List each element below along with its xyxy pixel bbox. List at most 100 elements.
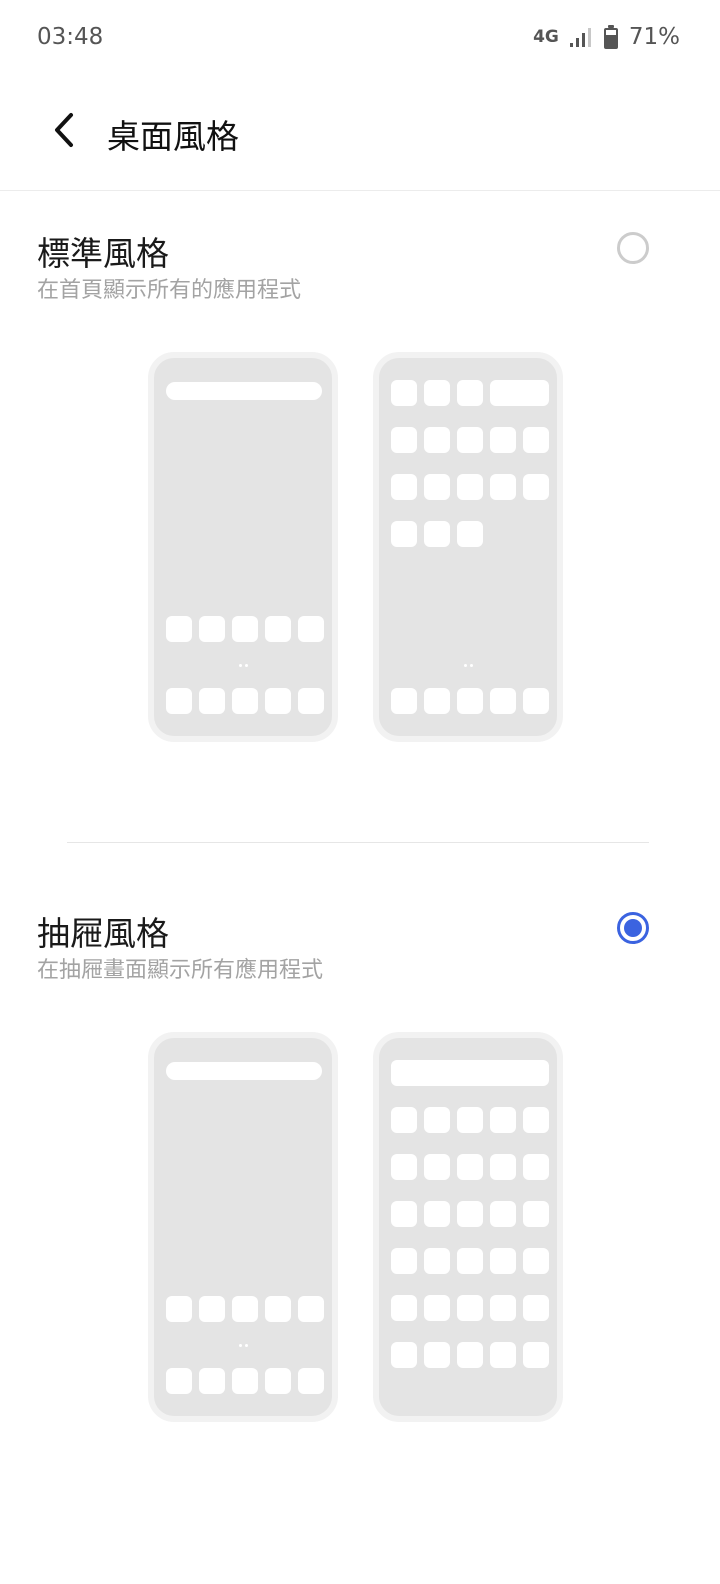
page-title: 桌面風格: [107, 117, 239, 156]
app-icon-placeholder: [457, 521, 483, 547]
dock-icon-placeholder: [265, 1368, 291, 1394]
app-icon-placeholder: [391, 521, 417, 547]
app-icon-placeholder: [523, 1201, 549, 1227]
preview-drawer-home: [148, 1032, 338, 1422]
page-indicator-dot: [464, 664, 467, 667]
app-icon-placeholder: [232, 616, 258, 642]
dock-icon-placeholder: [232, 1368, 258, 1394]
option-subtitle: 在首頁顯示所有的應用程式: [37, 278, 302, 303]
app-icon-placeholder: [457, 427, 483, 453]
app-icon-placeholder: [265, 1296, 291, 1322]
app-icon-placeholder: [490, 1107, 516, 1133]
status-indicators: 4G 71%: [533, 24, 680, 50]
dock-icon-placeholder: [265, 688, 291, 714]
radio-drawer-style[interactable]: [616, 911, 650, 945]
app-icon-placeholder: [457, 1107, 483, 1133]
app-icon-placeholder: [391, 1295, 417, 1321]
app-icon-placeholder: [424, 1342, 450, 1368]
app-icon-placeholder: [391, 427, 417, 453]
page-indicator-dot: [245, 1344, 248, 1347]
dock-icon-placeholder: [199, 1368, 225, 1394]
dock-icon-placeholder: [391, 688, 417, 714]
app-icon-placeholder: [523, 1107, 549, 1133]
search-bar-placeholder: [166, 1062, 322, 1080]
app-icon-placeholder: [490, 1295, 516, 1321]
app-icon-placeholder: [391, 1248, 417, 1274]
app-icon-placeholder: [457, 1295, 483, 1321]
page-indicator-dot: [245, 664, 248, 667]
app-icon-placeholder: [391, 1154, 417, 1180]
page-indicator-dot: [239, 664, 242, 667]
app-icon-placeholder: [490, 1154, 516, 1180]
app-icon-placeholder: [391, 1201, 417, 1227]
app-icon-placeholder: [490, 427, 516, 453]
status-time: 03:48: [37, 24, 104, 50]
signal-icon: [569, 28, 591, 47]
back-button[interactable]: [44, 108, 88, 152]
network-type-label: 4G: [533, 27, 559, 47]
widget-placeholder: [490, 380, 549, 406]
dock-icon-placeholder: [424, 688, 450, 714]
app-icon-placeholder: [424, 380, 450, 406]
header-divider: [0, 190, 720, 191]
section-divider: [67, 842, 649, 843]
app-icon-placeholder: [457, 1342, 483, 1368]
app-icon-placeholder: [298, 616, 324, 642]
app-icon-placeholder: [199, 1296, 225, 1322]
preview-standard-apps: [373, 352, 563, 742]
app-icon-placeholder: [523, 1342, 549, 1368]
preview-drawer-apps: [373, 1032, 563, 1422]
dock-icon-placeholder: [166, 688, 192, 714]
radio-standard-style[interactable]: [616, 231, 650, 265]
app-icon-placeholder: [424, 1201, 450, 1227]
app-icon-placeholder: [166, 616, 192, 642]
option-title: 標準風格: [37, 234, 169, 273]
app-icon-placeholder: [457, 380, 483, 406]
app-icon-placeholder: [490, 474, 516, 500]
chevron-left-icon: [55, 113, 73, 147]
battery-percent: 71%: [628, 24, 680, 50]
dock-icon-placeholder: [298, 688, 324, 714]
app-icon-placeholder: [457, 474, 483, 500]
app-icon-placeholder: [232, 1296, 258, 1322]
app-icon-placeholder: [490, 1248, 516, 1274]
app-icon-placeholder: [424, 474, 450, 500]
app-icon-placeholder: [391, 1107, 417, 1133]
option-subtitle: 在抽屜畫面顯示所有應用程式: [37, 958, 324, 983]
app-icon-placeholder: [424, 1295, 450, 1321]
app-icon-placeholder: [523, 1248, 549, 1274]
app-icon-placeholder: [457, 1201, 483, 1227]
app-icon-placeholder: [457, 1154, 483, 1180]
app-icon-placeholder: [457, 1248, 483, 1274]
dock-icon-placeholder: [199, 688, 225, 714]
app-icon-placeholder: [424, 427, 450, 453]
app-icon-placeholder: [391, 1342, 417, 1368]
dock-icon-placeholder: [298, 1368, 324, 1394]
app-icon-placeholder: [523, 474, 549, 500]
app-icon-placeholder: [424, 1154, 450, 1180]
page-indicator-dot: [239, 1344, 242, 1347]
app-icon-placeholder: [166, 1296, 192, 1322]
app-icon-placeholder: [265, 616, 291, 642]
app-icon-placeholder: [523, 1295, 549, 1321]
app-icon-placeholder: [424, 1107, 450, 1133]
drawer-search-placeholder: [391, 1060, 549, 1086]
dock-icon-placeholder: [523, 688, 549, 714]
app-icon-placeholder: [490, 1201, 516, 1227]
app-icon-placeholder: [298, 1296, 324, 1322]
app-icon-placeholder: [391, 380, 417, 406]
dock-icon-placeholder: [166, 1368, 192, 1394]
app-icon-placeholder: [523, 1154, 549, 1180]
app-icon-placeholder: [490, 1342, 516, 1368]
app-bar: 桌面風格: [0, 80, 720, 190]
dock-icon-placeholder: [490, 688, 516, 714]
app-icon-placeholder: [391, 474, 417, 500]
search-bar-placeholder: [166, 382, 322, 400]
app-icon-placeholder: [424, 521, 450, 547]
option-title: 抽屜風格: [37, 914, 169, 953]
dock-icon-placeholder: [232, 688, 258, 714]
page-indicator-dot: [470, 664, 473, 667]
status-bar: 03:48 4G 71%: [0, 0, 720, 80]
app-icon-placeholder: [199, 616, 225, 642]
app-icon-placeholder: [424, 1248, 450, 1274]
